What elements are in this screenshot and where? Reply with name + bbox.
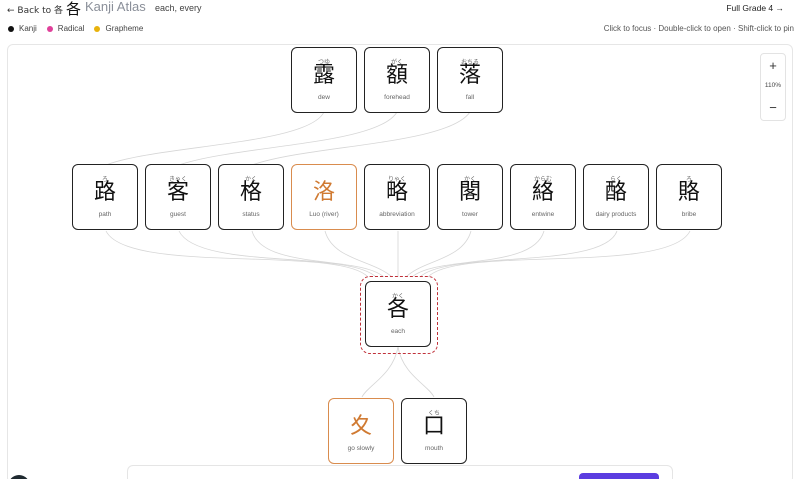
- page-title: Kanji Atlas: [85, 0, 146, 14]
- zoom-out-button[interactable]: −: [761, 98, 785, 118]
- kanji-dot-icon: [8, 25, 14, 32]
- kanji-node-路[interactable]: ろ 路 path: [72, 164, 138, 230]
- legend-label: Grapheme: [105, 24, 144, 33]
- kanji-node-格[interactable]: かく 格 status: [218, 164, 284, 230]
- kanji-node-露[interactable]: つゆ 露 dew: [291, 47, 357, 113]
- node-meaning: path: [98, 211, 112, 218]
- kanji-node-額[interactable]: がく 額 forehead: [364, 47, 430, 113]
- node-kanji: 洛: [312, 180, 335, 205]
- node-meaning: forehead: [384, 94, 410, 101]
- title-kanji: 各: [66, 0, 82, 18]
- back-link[interactable]: ← Back to 各: [7, 3, 63, 16]
- node-meaning: go slowly: [347, 445, 375, 452]
- kanji-node-洛[interactable]: 洛 Luo (river): [291, 164, 357, 230]
- node-kanji: 略: [385, 180, 408, 205]
- node-meaning: guest: [170, 211, 186, 218]
- node-kanji: 酪: [604, 180, 627, 205]
- node-kanji: 額: [385, 63, 408, 88]
- kanji-node-酪[interactable]: らく 酪 dairy products: [583, 164, 649, 230]
- node-meaning: tower: [462, 211, 478, 218]
- kanji-node-絡[interactable]: からむ 絡 entwine: [510, 164, 576, 230]
- node-meaning: abbreviation: [379, 211, 415, 218]
- node-meaning: status: [242, 211, 260, 218]
- node-kanji: 閣: [458, 180, 481, 205]
- kanji-node-客[interactable]: きゃく 客 guest: [145, 164, 211, 230]
- grapheme-dot-icon: [94, 25, 101, 32]
- node-meaning: fall: [465, 94, 475, 101]
- primary-action-button[interactable]: [579, 473, 659, 479]
- node-kanji: 客: [166, 180, 189, 205]
- legend: Kanji Radical Grapheme: [8, 24, 143, 33]
- bottom-panel: [127, 465, 673, 479]
- kanji-node-落[interactable]: おちる 落 fall: [437, 47, 503, 113]
- node-kanji: 格: [239, 180, 262, 205]
- node-meaning: mouth: [424, 445, 444, 452]
- legend-radical: Radical: [46, 24, 85, 33]
- node-kanji: 口: [422, 414, 445, 439]
- legend-grapheme: Grapheme: [94, 24, 143, 33]
- node-kanji: 賂: [677, 180, 700, 205]
- node-meaning: dairy products: [595, 211, 637, 218]
- zoom-in-button[interactable]: +: [761, 56, 785, 76]
- legend-label: Radical: [57, 24, 85, 33]
- kanji-node-略[interactable]: りゃく 略 abbreviation: [364, 164, 430, 230]
- kanji-node-口[interactable]: くち 口 mouth: [401, 398, 467, 464]
- kanji-node-賂[interactable]: ろ 賂 bribe: [656, 164, 722, 230]
- node-kanji: 露: [312, 63, 335, 88]
- kanji-node-閣[interactable]: かく 閣 tower: [437, 164, 503, 230]
- node-meaning: dew: [318, 94, 330, 101]
- interaction-hint: Click to focus · Double-click to open · …: [603, 24, 794, 33]
- legend-label: Kanji: [19, 24, 37, 33]
- top-bar: ← Back to 各 各 Kanji Atlas each, every Fu…: [0, 0, 800, 18]
- node-kanji: 落: [458, 63, 481, 88]
- node-kanji: 絡: [531, 180, 554, 205]
- legend-kanji: Kanji: [8, 24, 37, 33]
- node-meaning: Luo (river): [309, 211, 339, 218]
- full-grade-link[interactable]: Full Grade 4 →: [726, 3, 784, 13]
- zoom-controls: + 110% −: [760, 53, 786, 121]
- node-kanji: 各: [386, 297, 409, 322]
- node-kanji: 夊: [349, 414, 372, 439]
- zoom-level: 110%: [764, 82, 782, 89]
- page-subtitle: each, every: [155, 3, 202, 13]
- node-meaning: bribe: [681, 211, 697, 218]
- kanji-node-夊[interactable]: 夊 go slowly: [328, 398, 394, 464]
- node-kanji: 路: [93, 180, 116, 205]
- graph-canvas[interactable]: つゆ 露 dew がく 額 forehead おちる 落 fall ろ 路 pa…: [7, 44, 793, 479]
- node-meaning: entwine: [531, 211, 555, 218]
- radical-dot-icon: [46, 25, 53, 32]
- kanji-node-focus[interactable]: かく 各 each: [365, 281, 431, 347]
- node-meaning: each: [390, 328, 406, 335]
